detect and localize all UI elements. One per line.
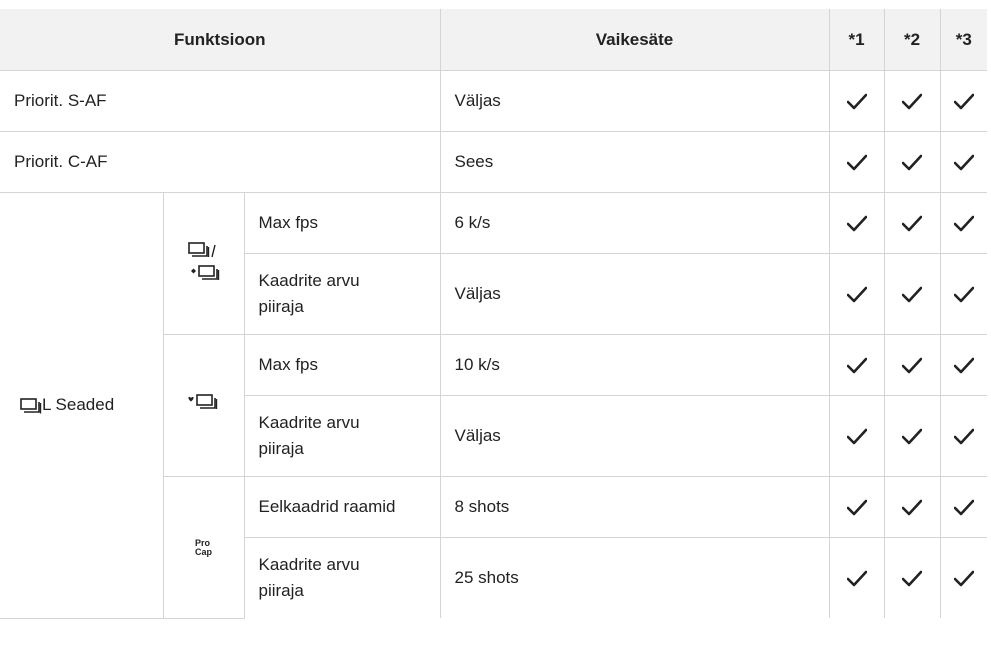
check-cell: [939, 334, 987, 396]
checkmark-icon: [846, 428, 867, 444]
sequential-shooting-icon: [20, 397, 42, 414]
checkmark-icon: [902, 154, 922, 170]
check-cell: [883, 192, 941, 254]
checkmark-icon: [902, 93, 922, 109]
check-cell: [883, 253, 941, 335]
row-value-pre-frames: 8 shots: [439, 476, 830, 538]
checkmark-icon: [902, 286, 922, 302]
check-cell: [828, 476, 885, 538]
seq-settings-cell: L Seaded: [0, 192, 164, 619]
header-vaikesate: Vaikesäte: [439, 9, 830, 71]
row-label-priorit-caf: Priorit. C-AF: [0, 131, 441, 193]
checkmark-icon: [953, 215, 974, 231]
seq-settings-label: L Seaded: [42, 395, 115, 415]
check-cell: [883, 537, 941, 618]
row-value-priorit-caf: Sees: [439, 131, 830, 193]
checkmark-icon: [846, 499, 867, 515]
header-col1: *1: [828, 9, 885, 71]
group2-icon-cell: [163, 334, 245, 477]
checkmark-icon: [953, 93, 974, 109]
header-col3: *3: [939, 9, 987, 71]
row-value-priorit-saf: Väljas: [439, 70, 830, 132]
sequential-high-icon: [187, 394, 217, 409]
procap-icon-bottom: Cap: [194, 546, 212, 557]
row-label-priorit-saf: Priorit. S-AF: [0, 70, 441, 132]
check-cell: [939, 192, 987, 254]
check-cell: [828, 395, 885, 477]
checkmark-icon: [846, 154, 867, 170]
check-cell: [828, 537, 885, 618]
row-label-max-fps: Max fps: [243, 192, 441, 254]
checkmark-icon: [902, 499, 922, 515]
checkmark-icon: [953, 570, 974, 586]
checkmark-icon: [953, 286, 974, 302]
row-label-frame-limit: Kaadrite arvu piiraja: [244, 253, 441, 335]
row-value-max-fps: 6 k/s: [439, 192, 830, 254]
checkmark-icon: [902, 215, 922, 231]
row-value-frame-limit: Väljas: [439, 253, 830, 335]
sequential-silent-icon: [187, 242, 219, 280]
row-label-max-fps: Max fps: [243, 334, 441, 396]
row-value-frame-limit: 25 shots: [439, 537, 830, 618]
check-cell: [828, 70, 885, 132]
settings-table: Funktsioon Vaikesäte *1 *2 *3 Priorit. S…: [0, 9, 987, 619]
checkmark-icon: [846, 215, 867, 231]
row-label-frame-limit: Kaadrite arvu piiraja: [244, 537, 441, 618]
checkmark-icon: [846, 357, 867, 373]
header-funktsioon: Funktsioon: [0, 9, 441, 71]
check-cell: [939, 537, 987, 618]
row-value-frame-limit: Väljas: [439, 395, 830, 477]
table-row: Priorit. C-AF Sees: [0, 131, 987, 193]
check-cell: [939, 476, 987, 538]
check-cell: [883, 395, 941, 477]
check-cell: [939, 253, 987, 335]
row-label-pre-frames: Eelkaadrid raamid: [243, 476, 441, 538]
checkmark-icon: [902, 428, 922, 444]
header-col2: *2: [883, 9, 941, 71]
check-cell: [828, 192, 885, 254]
checkmark-icon: [846, 93, 867, 109]
row-value-max-fps: 10 k/s: [439, 334, 830, 396]
row-label-frame-limit: Kaadrite arvu piiraja: [244, 395, 441, 477]
table-row: Priorit. S-AF Väljas: [0, 70, 987, 132]
check-cell: [939, 70, 987, 132]
check-cell: [939, 395, 987, 477]
check-cell: [883, 476, 941, 538]
checkmark-icon: [953, 428, 974, 444]
table-row: L Seaded Max fps 6 k/s: [0, 192, 987, 619]
check-cell: [939, 131, 987, 193]
check-cell: [883, 334, 941, 396]
check-cell: [883, 131, 941, 193]
group1-icon-cell: [162, 192, 245, 335]
checkmark-icon: [846, 570, 867, 586]
checkmark-icon: [902, 570, 922, 586]
check-cell: [828, 131, 885, 193]
check-cell: [828, 253, 885, 335]
check-cell: [828, 334, 885, 396]
checkmark-icon: [902, 357, 922, 373]
check-cell: [883, 70, 941, 132]
checkmark-icon: [953, 154, 974, 170]
procap-icon: Pro Cap: [194, 538, 212, 557]
checkmark-icon: [846, 286, 867, 302]
checkmark-icon: [953, 357, 974, 373]
group3-icon-cell: Pro Cap: [163, 476, 245, 619]
checkmark-icon: [953, 499, 974, 515]
